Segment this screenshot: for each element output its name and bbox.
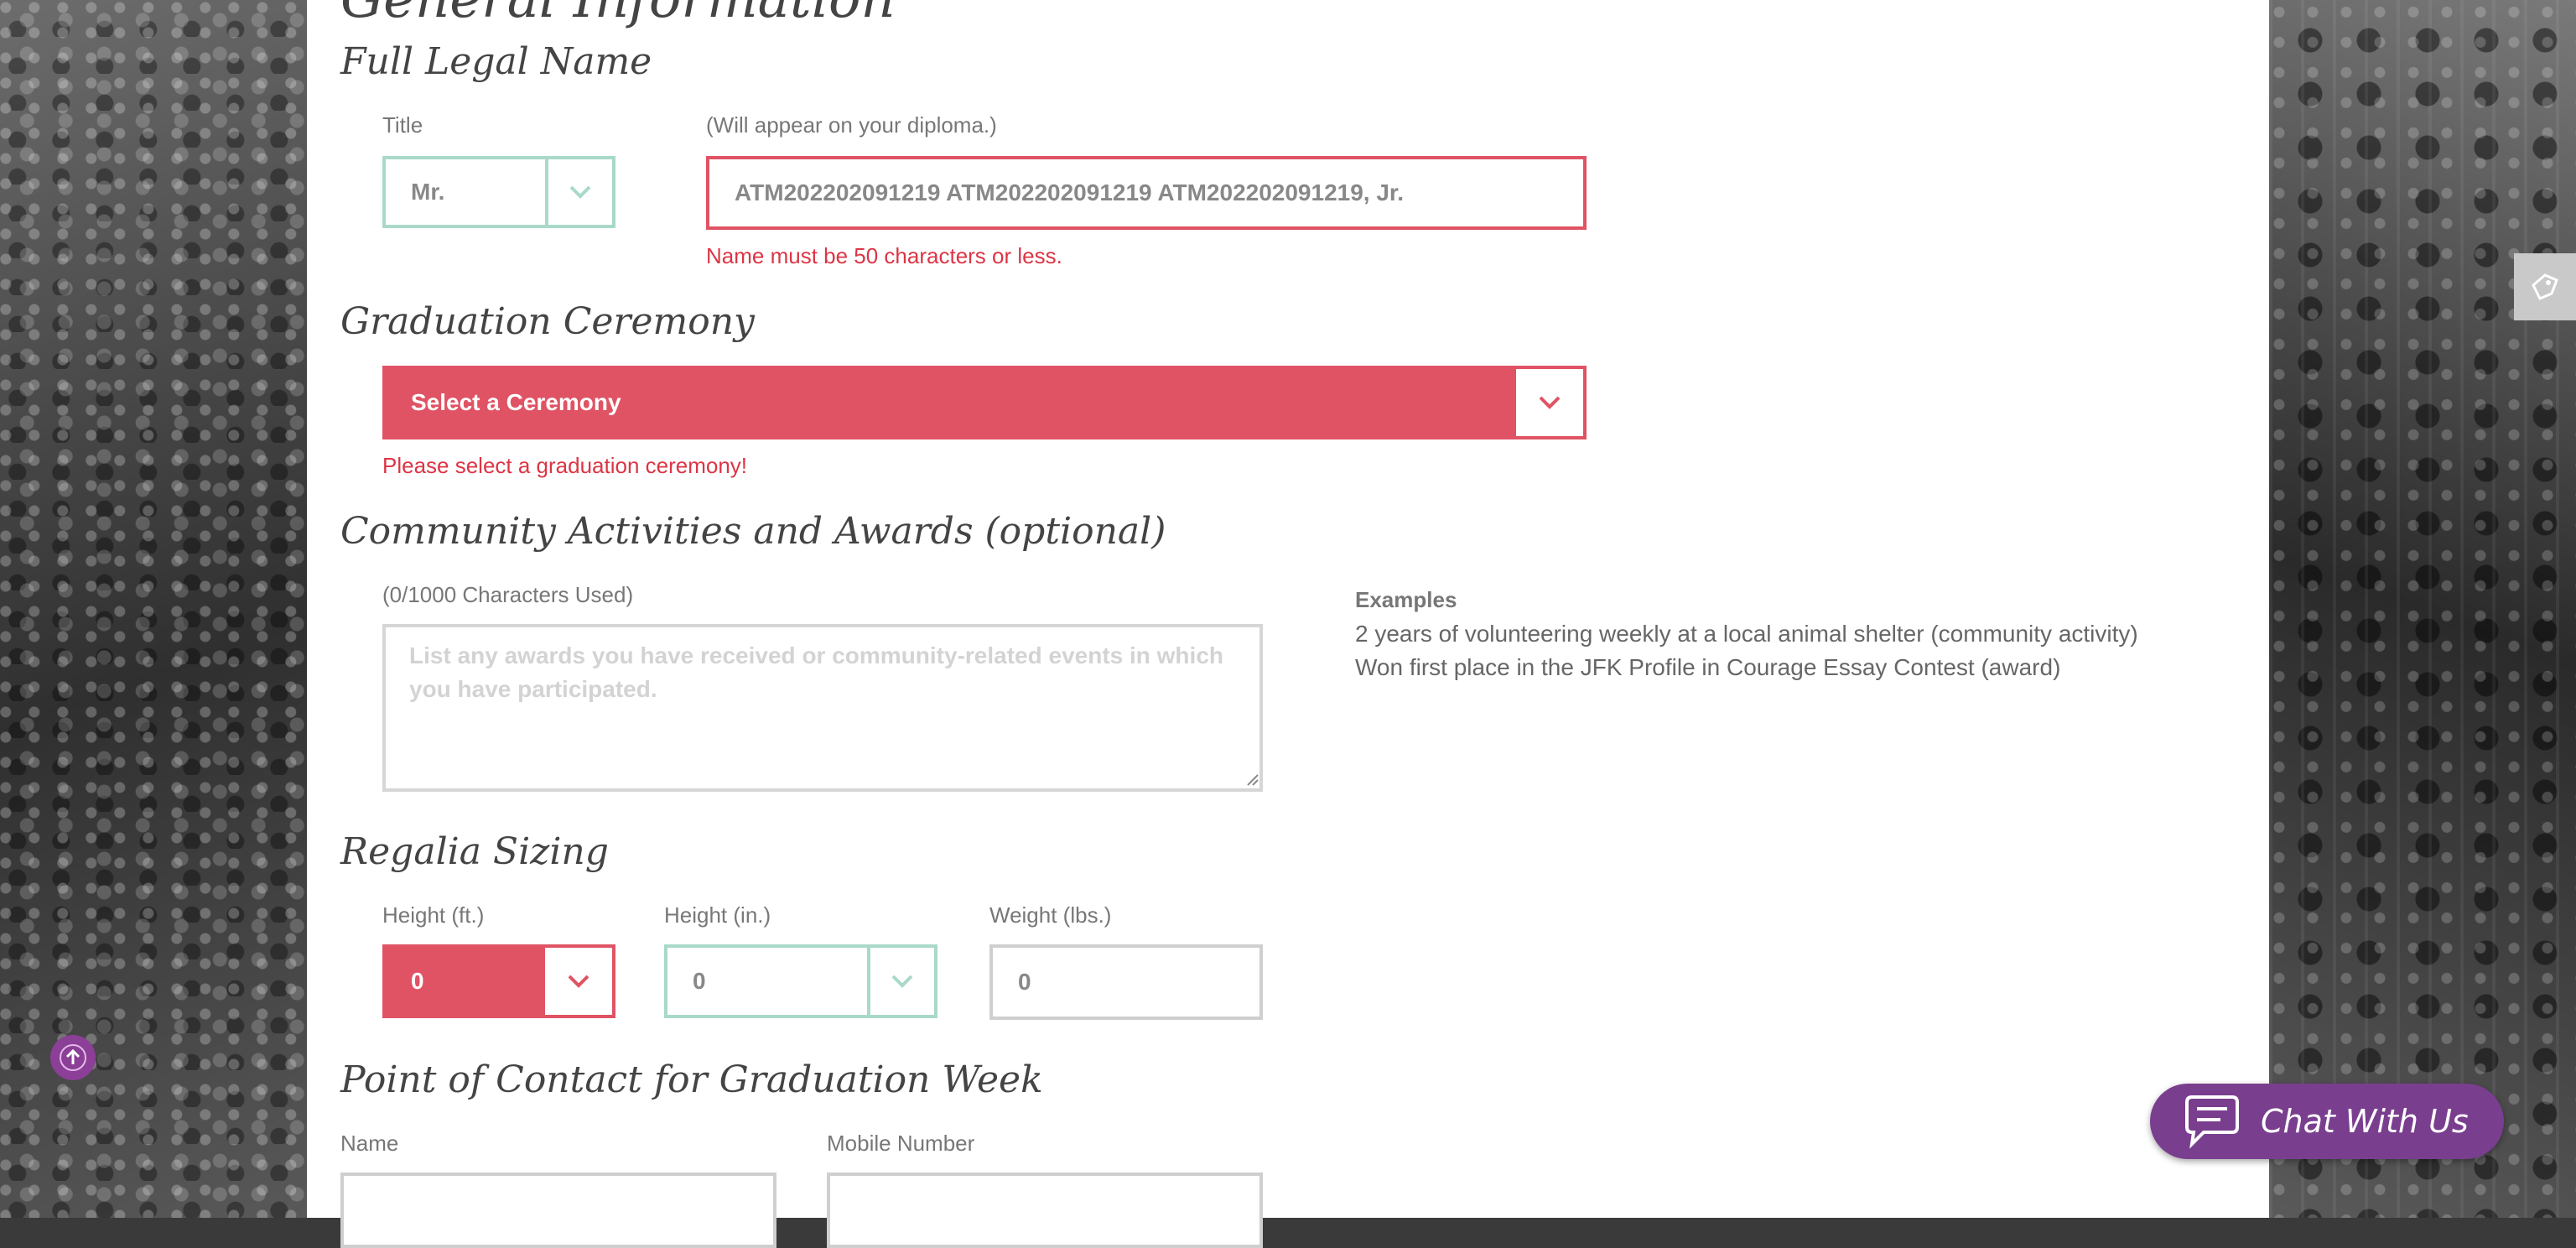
- example-item: 2 years of volunteering weekly at a loca…: [1355, 621, 2138, 647]
- height-ft-value: 0: [411, 968, 424, 994]
- full-name-input[interactable]: ATM202202091219 ATM202202091219 ATM20220…: [706, 156, 1587, 230]
- mobile-input[interactable]: [827, 1173, 1263, 1248]
- chat-with-us-button[interactable]: Chat With Us: [2150, 1084, 2504, 1159]
- background-photo-right: [2269, 0, 2576, 1218]
- chevron-down-icon: [867, 948, 934, 1015]
- title-select[interactable]: Mr.: [382, 156, 615, 228]
- chevron-down-icon: [545, 948, 612, 1015]
- regalia-heading: Regalia Sizing: [340, 830, 609, 873]
- section-title: General Information: [340, 0, 896, 30]
- scroll-to-top-button[interactable]: [50, 1035, 96, 1080]
- full-name-value: ATM202202091219 ATM202202091219 ATM20220…: [735, 179, 1405, 205]
- weight-value: 0: [1018, 969, 1031, 995]
- legal-name-heading: Full Legal Name: [340, 40, 652, 83]
- ceremony-select-value: Select a Ceremony: [411, 389, 621, 415]
- tag-icon: [2532, 273, 2558, 300]
- activities-heading: Community Activities and Awards (optiona…: [340, 510, 1166, 553]
- activities-placeholder: List any awards you have received or com…: [409, 642, 1223, 702]
- height-in-label: Height (in.): [664, 902, 771, 928]
- activities-textarea[interactable]: List any awards you have received or com…: [382, 624, 1263, 792]
- height-ft-select[interactable]: 0: [382, 944, 615, 1018]
- ceremony-error: Please select a graduation ceremony!: [382, 453, 748, 478]
- mobile-label: Mobile Number: [827, 1131, 975, 1156]
- background-photo-left: [0, 0, 307, 1218]
- height-in-select[interactable]: 0: [664, 944, 937, 1018]
- weight-input[interactable]: 0: [989, 944, 1263, 1020]
- chat-label: Chat With Us: [2261, 1103, 2469, 1140]
- example-item: Won first place in the JFK Profile in Co…: [1355, 654, 2061, 680]
- ceremony-select[interactable]: Select a Ceremony: [382, 366, 1587, 439]
- chevron-down-icon: [1516, 369, 1583, 436]
- name-label: (Will appear on your diploma.): [706, 112, 997, 138]
- ceremony-heading: Graduation Ceremony: [340, 300, 755, 343]
- title-label: Title: [382, 112, 423, 138]
- char-counter: (0/1000 Characters Used): [382, 582, 634, 607]
- name-error: Name must be 50 characters or less.: [706, 243, 1062, 268]
- contact-name-input[interactable]: [340, 1173, 776, 1248]
- contact-heading: Point of Contact for Graduation Week: [340, 1058, 1043, 1101]
- contact-name-label: Name: [340, 1131, 399, 1156]
- side-tab-button[interactable]: [2514, 253, 2576, 320]
- arrow-up-icon: [60, 1044, 86, 1071]
- form-panel: General Information Full Legal Name Titl…: [307, 0, 2269, 1248]
- height-in-value: 0: [693, 968, 706, 994]
- title-select-value: Mr.: [411, 179, 445, 205]
- examples-label: Examples: [1355, 587, 1457, 612]
- chat-bubble-icon: [2185, 1095, 2239, 1149]
- chevron-down-icon: [545, 159, 612, 225]
- resize-handle-icon[interactable]: [1246, 773, 1259, 790]
- weight-label: Weight (lbs.): [989, 902, 1112, 928]
- height-ft-label: Height (ft.): [382, 902, 485, 928]
